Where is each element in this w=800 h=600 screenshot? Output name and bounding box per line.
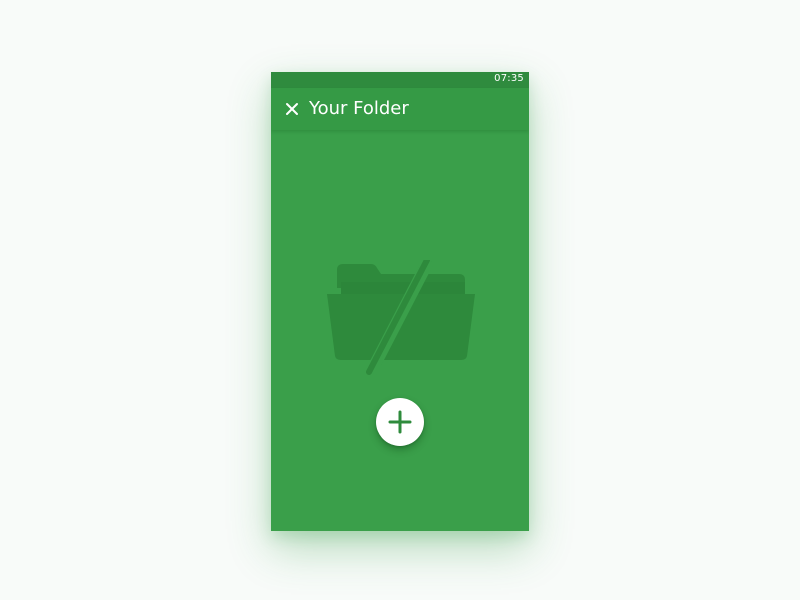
close-icon bbox=[286, 103, 298, 115]
add-icon bbox=[388, 410, 412, 434]
add-button[interactable] bbox=[376, 398, 424, 446]
status-bar: 07:35 bbox=[271, 72, 529, 88]
app-bar: Your Folder bbox=[271, 88, 529, 130]
page-title: Your Folder bbox=[309, 98, 409, 119]
folder-off-icon bbox=[327, 257, 475, 378]
stage: 07:35 Your Folder bbox=[0, 0, 800, 600]
close-button[interactable] bbox=[283, 100, 301, 118]
status-time: 07:35 bbox=[494, 73, 524, 84]
phone-screen: 07:35 Your Folder bbox=[271, 72, 529, 531]
